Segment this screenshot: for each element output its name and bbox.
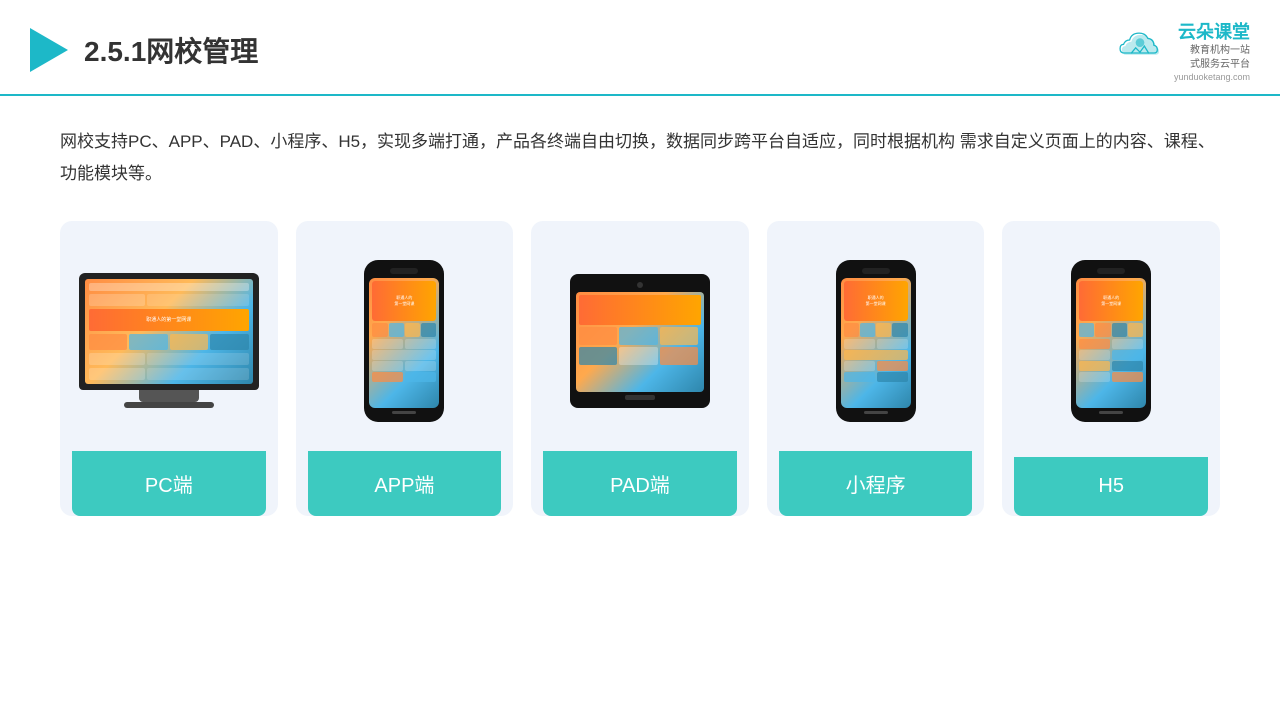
miniprogram-label: 小程序 <box>779 451 973 516</box>
pad-label: PAD端 <box>543 451 737 516</box>
app-image-area: 职通人的第一堂网课 <box>308 241 502 441</box>
h5-card: 职通人的第一堂网课 <box>1002 221 1220 516</box>
h5-image-area: 职通人的第一堂网课 <box>1014 241 1208 441</box>
miniprogram-image-area: 职通人的第一堂网课 <box>779 241 973 441</box>
header-left: 2.5.1网校管理 <box>30 28 258 72</box>
pad-image-area <box>543 241 737 441</box>
page-title: 2.5.1网校管理 <box>84 30 258 70</box>
main-content: 网校支持PC、APP、PAD、小程序、H5，实现多端打通，产品各终端自由切换，数… <box>0 96 1280 536</box>
brand-name: 云朵课堂 <box>1174 18 1250 44</box>
pad-card: PAD端 <box>531 221 749 516</box>
pc-card: 职通人的第一堂网课 <box>60 221 278 516</box>
cards-container: 职通人的第一堂网课 <box>60 221 1220 516</box>
brand-logo: 云朵课堂 教育机构一站式服务云平台 yunduoketang.com <box>1114 18 1250 82</box>
app-phone: 职通人的第一堂网课 <box>364 260 444 422</box>
header: 2.5.1网校管理 云朵课堂 教育机构一站式服务云平台 yunduoketang… <box>0 0 1280 96</box>
pc-image-area: 职通人的第一堂网课 <box>72 241 266 441</box>
pc-monitor: 职通人的第一堂网课 <box>79 273 259 408</box>
miniprogram-card: 职通人的第一堂网课 <box>767 221 985 516</box>
logo-triangle <box>30 28 68 72</box>
app-label: APP端 <box>308 451 502 516</box>
h5-phone: 职通人的第一堂网课 <box>1071 260 1151 422</box>
miniprogram-phone: 职通人的第一堂网课 <box>836 260 916 422</box>
brand-url: yunduoketang.com <box>1174 72 1250 82</box>
brand-tagline: 教育机构一站式服务云平台 <box>1174 44 1250 72</box>
description-text: 网校支持PC、APP、PAD、小程序、H5，实现多端打通，产品各终端自由切换，数… <box>60 126 1220 191</box>
pc-label: PC端 <box>72 451 266 516</box>
pad-tablet <box>570 274 710 408</box>
header-right: 云朵课堂 教育机构一站式服务云平台 yunduoketang.com <box>1114 18 1250 82</box>
h5-label: H5 <box>1014 457 1208 516</box>
brand-text-area: 云朵课堂 教育机构一站式服务云平台 yunduoketang.com <box>1174 18 1250 82</box>
app-card: 职通人的第一堂网课 <box>296 221 514 516</box>
cloud-icon <box>1114 30 1166 70</box>
